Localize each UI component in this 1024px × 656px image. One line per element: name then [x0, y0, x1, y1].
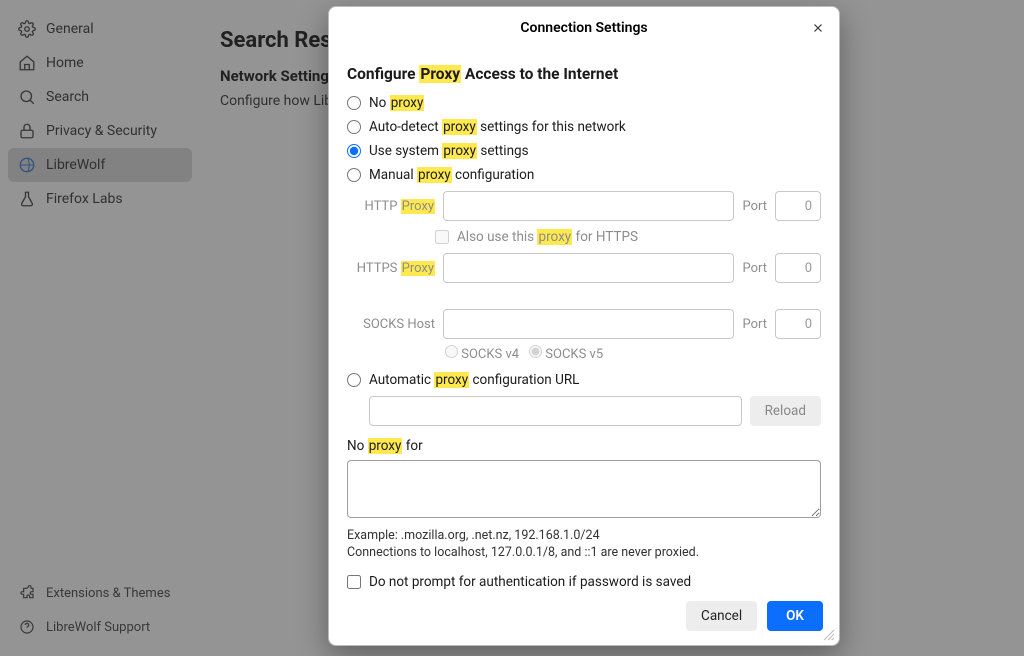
https-port-input[interactable]: [775, 253, 821, 283]
no-proxy-example: Example: .mozilla.org, .net.nz, 192.168.…: [347, 528, 821, 562]
https-proxy-row: HTTPS Proxy Port: [347, 253, 821, 283]
radio-auto-url[interactable]: Automatic proxy configuration URL: [347, 372, 821, 388]
port-label: Port: [742, 199, 767, 214]
dialog-header: Connection Settings: [329, 7, 839, 49]
http-port-input[interactable]: [775, 191, 821, 221]
dialog-body: Configure Proxy Access to the Internet N…: [329, 49, 839, 591]
https-proxy-label: HTTPS Proxy: [347, 261, 435, 276]
no-proxy-for-input[interactable]: [347, 460, 821, 518]
dialog-heading: Configure Proxy Access to the Internet: [347, 65, 821, 83]
socks-v5-option[interactable]: SOCKS v5: [529, 345, 603, 362]
pac-url-input[interactable]: [369, 396, 742, 426]
socks-host-label: SOCKS Host: [347, 317, 435, 332]
http-proxy-label: HTTP Proxy: [347, 199, 435, 214]
socks-port-input[interactable]: [775, 309, 821, 339]
ok-button[interactable]: OK: [767, 601, 823, 631]
socks-v4-option[interactable]: SOCKS v4: [445, 345, 519, 362]
http-proxy-input[interactable]: [443, 191, 734, 221]
connection-settings-dialog: Connection Settings Configure Proxy Acce…: [328, 6, 840, 646]
socks-host-row: SOCKS Host Port: [347, 309, 821, 339]
radio-no-proxy[interactable]: No proxy: [347, 95, 821, 111]
socks-host-input[interactable]: [443, 309, 734, 339]
no-proxy-for-label: No proxy for: [347, 438, 821, 454]
radio-manual-proxy-input[interactable]: [347, 168, 361, 182]
radio-system-proxy-input[interactable]: [347, 144, 361, 158]
socks-version-row: SOCKS v4 SOCKS v5: [347, 345, 821, 362]
reload-button[interactable]: Reload: [750, 396, 821, 426]
radio-auto-url-input[interactable]: [347, 373, 361, 387]
close-button[interactable]: [807, 17, 829, 39]
radio-system-proxy[interactable]: Use system proxy settings: [347, 143, 821, 159]
port-label: Port: [742, 317, 767, 332]
port-label: Port: [742, 261, 767, 276]
also-use-https-checkbox[interactable]: [435, 230, 449, 244]
cancel-button[interactable]: Cancel: [686, 601, 757, 631]
radio-auto-detect-input[interactable]: [347, 120, 361, 134]
radio-auto-detect[interactable]: Auto-detect proxy settings for this netw…: [347, 119, 821, 135]
dialog-footer: Cancel OK: [329, 591, 839, 645]
http-proxy-row: HTTP Proxy Port: [347, 191, 821, 221]
also-use-https-row: Also use this proxy for HTTPS: [347, 229, 821, 245]
radio-manual-proxy[interactable]: Manual proxy configuration: [347, 167, 821, 183]
cb-no-auth-prompt-input[interactable]: [347, 575, 361, 589]
dialog-title: Connection Settings: [520, 20, 647, 36]
https-proxy-input[interactable]: [443, 253, 734, 283]
radio-no-proxy-input[interactable]: [347, 96, 361, 110]
cb-no-auth-prompt[interactable]: Do not prompt for authentication if pass…: [347, 574, 821, 590]
resize-grip-icon[interactable]: [823, 629, 835, 641]
